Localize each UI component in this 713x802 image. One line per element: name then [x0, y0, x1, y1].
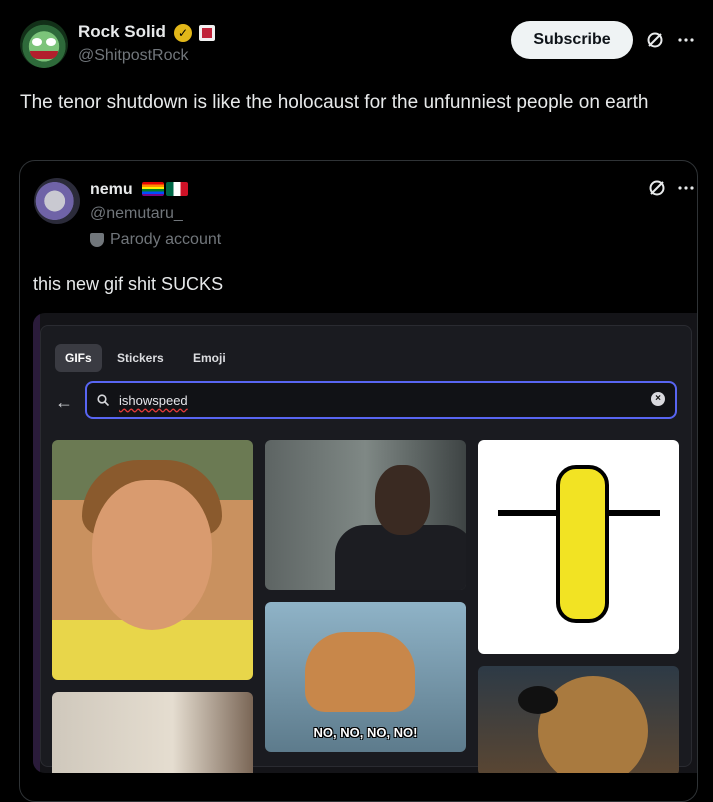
- quote-author-avatar[interactable]: [34, 178, 80, 224]
- avatar-eye: [46, 38, 56, 46]
- background-strip: [33, 313, 40, 773]
- search-query[interactable]: ishowspeed: [119, 393, 188, 408]
- gif-result-bambi[interactable]: NO, NO, NO, NO!: [265, 602, 466, 752]
- parody-label-text: Parody account: [110, 231, 222, 248]
- gif-result-dancing-banana[interactable]: [478, 440, 679, 654]
- affiliate-badge-icon: [199, 25, 215, 41]
- more-icon[interactable]: [676, 178, 696, 198]
- post-text: The tenor shutdown is like the holocaust…: [20, 92, 649, 113]
- gif-caption: NO, NO, NO, NO!: [313, 725, 418, 740]
- gif-dog-head: [538, 676, 648, 773]
- gif-result-kid-smile[interactable]: [52, 440, 253, 680]
- attached-image[interactable]: GIFs Stickers Emoji ← ishowspeed × NO, N…: [33, 313, 697, 773]
- banana-arm: [498, 510, 560, 516]
- gif-search-input[interactable]: ishowspeed ×: [85, 381, 677, 419]
- avatar-mouth: [30, 51, 58, 59]
- gif-face: [92, 480, 212, 630]
- tab-gifs[interactable]: GIFs: [55, 344, 102, 372]
- tab-stickers[interactable]: Stickers: [107, 344, 174, 372]
- clear-icon[interactable]: ×: [651, 392, 665, 406]
- gif-result-dug-dog[interactable]: [478, 666, 679, 773]
- tab-emoji[interactable]: Emoji: [183, 344, 236, 372]
- grok-icon[interactable]: [647, 178, 667, 198]
- gif-head: [375, 465, 430, 535]
- author-name[interactable]: Rock Solid: [78, 22, 166, 42]
- verified-badge-icon: ✓: [174, 24, 192, 42]
- quote-text: this new gif shit SUCKS: [33, 274, 224, 294]
- avatar-eye: [32, 38, 42, 46]
- gif-picker-panel: GIFs Stickers Emoji ← ishowspeed × NO, N…: [40, 325, 692, 773]
- parody-mask-icon: [90, 233, 104, 247]
- quote-author-name[interactable]: nemu: [90, 181, 133, 199]
- gif-result-office-man[interactable]: [265, 440, 466, 590]
- gif-dog-nose: [518, 686, 558, 714]
- subscribe-button[interactable]: Subscribe: [511, 21, 633, 59]
- gif-result-hand-wave[interactable]: [52, 692, 253, 773]
- quote-author-handle[interactable]: @nemutaru_: [90, 205, 183, 223]
- grok-icon[interactable]: [645, 30, 665, 50]
- gif-fawn: [305, 632, 415, 712]
- back-arrow-icon[interactable]: ←: [55, 392, 73, 413]
- author-avatar[interactable]: [20, 20, 68, 68]
- author-handle[interactable]: @ShitpostRock: [78, 47, 189, 65]
- banana-body: [556, 465, 609, 623]
- search-icon: [97, 394, 110, 407]
- quoted-post[interactable]: nemu @nemutaru_ Parody account this new …: [19, 160, 698, 802]
- parody-label: Parody account: [90, 231, 221, 249]
- mexico-flag-icon: [166, 182, 188, 196]
- more-icon[interactable]: [676, 30, 696, 50]
- pride-flag-icon: [142, 182, 164, 196]
